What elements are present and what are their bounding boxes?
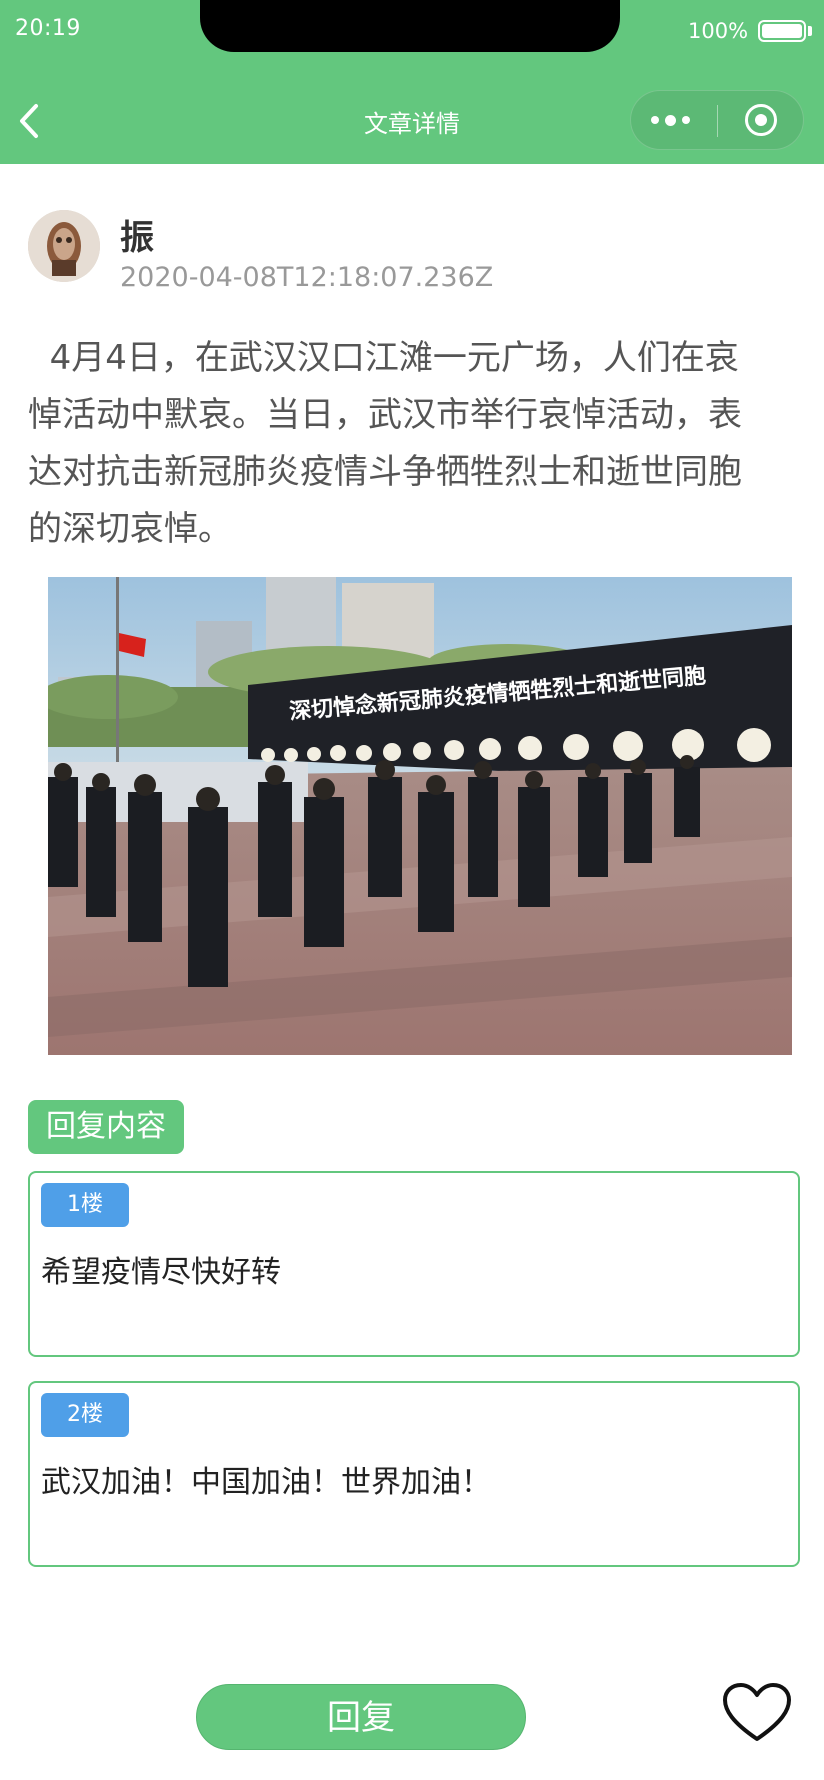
reply-card[interactable]: 2楼 武汉加油！中国加油！世界加油！ — [28, 1381, 800, 1567]
more-dots-icon[interactable] — [631, 91, 717, 149]
post-timestamp: 2020-04-08T12:18:07.236Z — [120, 262, 494, 293]
avatar — [28, 210, 100, 282]
favorite-button[interactable] — [722, 1682, 792, 1744]
device-notch — [200, 0, 620, 52]
article-content: 4月4日，在武汉汉口江滩一元广场，人们在哀悼活动中默哀。当日，武汉市举行哀悼活动… — [28, 338, 742, 549]
reply-button[interactable]: 回复 — [196, 1684, 526, 1750]
replies-section-label: 回复内容 — [28, 1100, 184, 1154]
floor-badge: 1楼 — [41, 1183, 129, 1227]
avatar-image — [28, 210, 100, 282]
battery-cap — [808, 26, 812, 36]
reply-card[interactable]: 1楼 希望疫情尽快好转 — [28, 1171, 800, 1357]
status-time: 20:19 — [15, 16, 81, 41]
article-photo[interactable]: 深切悼念新冠肺炎疫情牺牲烈士和逝世同胞 — [38, 577, 792, 1055]
capsule-divider — [717, 105, 718, 137]
author-name: 振 — [120, 218, 154, 258]
battery-icon — [758, 20, 806, 42]
mini-program-capsule — [630, 90, 804, 150]
nav-bar: 20:19 100% 文章详情 — [0, 0, 824, 164]
reply-text: 武汉加油！中国加油！世界加油！ — [41, 1465, 491, 1500]
battery-percent: 100% — [688, 19, 749, 43]
target-circle-icon[interactable] — [719, 91, 805, 149]
heart-outline-icon — [723, 1683, 791, 1741]
reply-text: 希望疫情尽快好转 — [41, 1255, 281, 1290]
floor-badge: 2楼 — [41, 1393, 129, 1437]
